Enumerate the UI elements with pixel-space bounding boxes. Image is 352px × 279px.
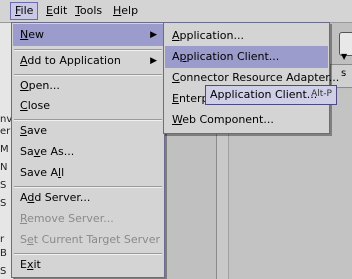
file-menu-open[interactable]: Open... — [13, 75, 163, 97]
right-tab-label: s — [341, 68, 347, 79]
left-panel-text: N — [0, 162, 8, 173]
file-menu-save[interactable]: Save — [13, 120, 163, 142]
file-menu-add-to-application[interactable]: Add to Application ▶ — [13, 50, 163, 72]
file-menu-set-target-server[interactable]: Set Current Target Server — [13, 229, 163, 251]
file-menu-add-server[interactable]: Add Server... — [13, 187, 163, 209]
left-panel-text: M — [0, 144, 9, 155]
left-panel-text: S — [0, 266, 7, 277]
tooltip-label: Application Client... — [210, 88, 318, 101]
new-submenu: Application... Application Client... Con… — [163, 22, 339, 134]
file-menu-remove-server[interactable]: Remove Server... — [13, 208, 163, 230]
file-menu-save-all[interactable]: Save All — [13, 162, 163, 184]
left-panel-text: S — [0, 180, 7, 191]
new-menu-application[interactable]: Application... — [165, 25, 328, 47]
file-menu-close[interactable]: Close — [13, 95, 163, 117]
menubar: File Edit Tools Help — [0, 0, 352, 23]
submenu-arrow-icon: ▶ — [150, 56, 157, 66]
menu-edit[interactable]: Edit — [42, 3, 71, 19]
new-menu-application-client[interactable]: Application Client... — [165, 46, 328, 68]
submenu-arrow-icon: ▶ — [150, 30, 157, 40]
left-panel-text: S — [0, 198, 7, 209]
menu-file[interactable]: File — [10, 2, 39, 20]
menu-tools[interactable]: Tools — [71, 3, 106, 19]
left-panel-text: r — [0, 234, 5, 245]
left-panel-text: er — [0, 126, 11, 137]
file-menu-new[interactable]: New ▶ — [13, 24, 163, 46]
tooltip-shortcut: Alt-P — [311, 89, 332, 99]
file-menu-save-as[interactable]: Save As... — [13, 141, 163, 163]
left-panel-text: B — [0, 248, 7, 259]
file-menu: New ▶ Add to Application ▶ Open... Close S… — [11, 22, 165, 278]
new-menu-web-component[interactable]: Web Component... — [165, 109, 328, 131]
chevron-down-icon: ▼ — [341, 52, 348, 61]
file-menu-exit[interactable]: Exit — [13, 254, 163, 276]
tooltip: Application Client... Alt-P — [205, 85, 337, 105]
menu-help[interactable]: Help — [109, 3, 142, 19]
